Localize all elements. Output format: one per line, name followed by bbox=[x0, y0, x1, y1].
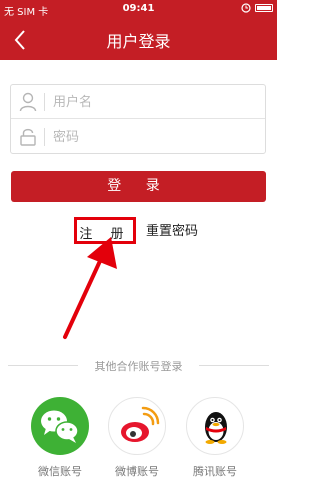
password-input[interactable] bbox=[53, 126, 253, 148]
lock-icon bbox=[20, 128, 36, 146]
nav-bar: 用户登录 bbox=[0, 20, 277, 60]
wechat-login-button[interactable]: 微信账号 bbox=[30, 397, 90, 482]
wechat-label: 微信账号 bbox=[38, 465, 82, 478]
password-row bbox=[11, 120, 265, 154]
input-separator bbox=[44, 93, 45, 111]
input-separator bbox=[44, 128, 45, 146]
weibo-login-button[interactable]: 微博账号 bbox=[107, 397, 167, 482]
reset-password-link[interactable]: 重置密码 bbox=[146, 220, 198, 239]
qq-login-button[interactable]: 腾讯账号 bbox=[185, 397, 245, 482]
login-form bbox=[10, 84, 266, 154]
battery-icon bbox=[255, 4, 273, 12]
weibo-icon[interactable] bbox=[108, 397, 166, 455]
alarm-icon bbox=[241, 3, 251, 13]
divider-line-right bbox=[199, 365, 269, 366]
user-icon bbox=[19, 92, 37, 112]
qq-label: 腾讯账号 bbox=[193, 465, 237, 478]
status-bar: 无 SIM 卡 09:41 bbox=[0, 0, 277, 20]
wechat-icon[interactable] bbox=[31, 397, 89, 455]
status-icons bbox=[241, 3, 273, 13]
login-button[interactable]: 登 录 bbox=[11, 171, 266, 202]
other-login-divider: 其他合作账号登录 bbox=[0, 358, 277, 373]
qq-icon[interactable] bbox=[186, 397, 244, 455]
weibo-label: 微博账号 bbox=[115, 465, 159, 478]
page-title: 用户登录 bbox=[106, 32, 171, 51]
username-row bbox=[11, 85, 265, 119]
username-input[interactable] bbox=[53, 91, 253, 113]
other-login-title: 其他合作账号登录 bbox=[94, 360, 183, 373]
annotation-arrow-icon bbox=[63, 237, 117, 339]
status-time: 09:41 bbox=[122, 3, 155, 14]
